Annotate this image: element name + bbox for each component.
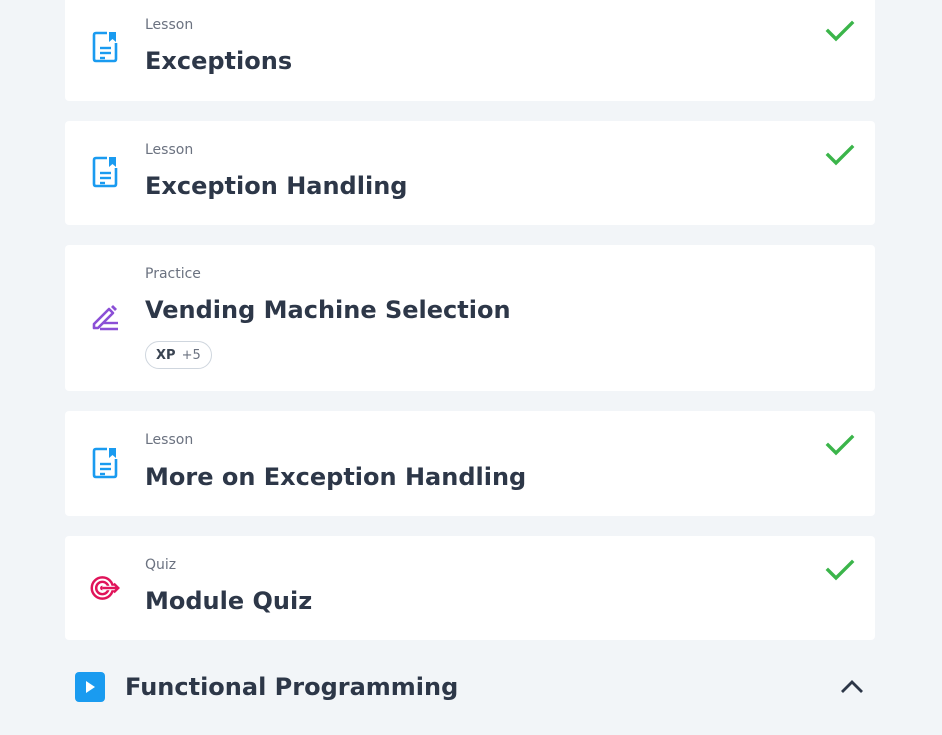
item-title: Exceptions <box>145 47 293 75</box>
lesson-icon <box>90 156 120 188</box>
item-title: More on Exception Handling <box>145 463 527 491</box>
item-title: Module Quiz <box>145 587 313 615</box>
chevron-up-icon[interactable] <box>837 674 867 700</box>
section-title: Functional Programming <box>125 673 459 701</box>
module-item-more-on-exception-handling[interactable]: Lesson More on Exception Handling <box>65 411 875 516</box>
section-header-functional-programming[interactable]: Functional Programming <box>65 660 875 714</box>
xp-label: XP <box>156 347 176 363</box>
play-icon <box>75 672 105 702</box>
item-title: Exception Handling <box>145 172 408 200</box>
quiz-target-icon <box>90 573 120 603</box>
item-type-label: Practice <box>145 266 201 282</box>
checkmark-icon <box>825 143 855 167</box>
checkmark-icon <box>825 558 855 582</box>
item-type-label: Lesson <box>145 17 194 33</box>
checkmark-icon <box>825 433 855 457</box>
xp-badge: XP +5 <box>145 341 212 369</box>
item-type-label: Lesson <box>145 432 194 448</box>
module-item-exceptions[interactable]: Lesson Exceptions <box>65 0 875 101</box>
practice-pencil-icon <box>90 302 120 332</box>
checkmark-icon <box>825 19 855 43</box>
item-title: Vending Machine Selection <box>145 296 511 324</box>
lesson-icon <box>90 31 120 63</box>
module-item-vending-machine-selection[interactable]: Practice Vending Machine Selection XP +5 <box>65 245 875 391</box>
module-item-exception-handling[interactable]: Lesson Exception Handling <box>65 121 875 225</box>
item-type-label: Lesson <box>145 142 194 158</box>
module-item-module-quiz[interactable]: Quiz Module Quiz <box>65 536 875 640</box>
lesson-icon <box>90 447 120 479</box>
xp-value: +5 <box>181 347 201 363</box>
item-type-label: Quiz <box>145 557 177 573</box>
